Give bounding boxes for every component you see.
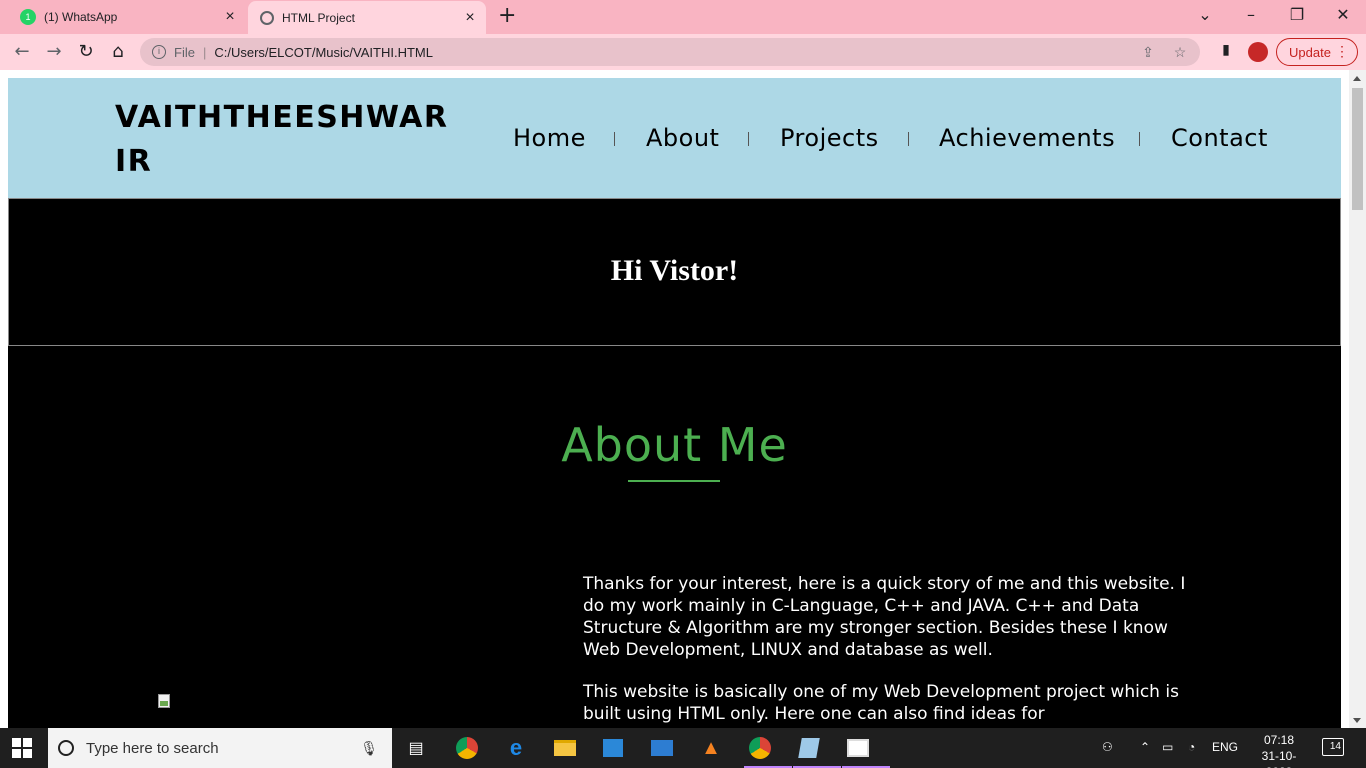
date: 31-10-2023	[1261, 749, 1297, 768]
search-placeholder: Type here to search	[86, 739, 219, 757]
nav-contact[interactable]: Contact	[1171, 118, 1268, 158]
greeting-banner: Hi Vistor!	[8, 198, 1341, 346]
nav-projects[interactable]: Projects	[780, 118, 879, 158]
about-paragraph: Thanks for your interest, here is a quic…	[583, 574, 1186, 660]
share-icon[interactable]: ⇪	[1136, 44, 1160, 61]
whatsapp-icon: 1	[20, 9, 36, 25]
tab-whatsapp[interactable]: 1 (1) WhatsApp ×	[8, 0, 246, 34]
chrome-active-icon[interactable]	[744, 732, 792, 768]
tab-title: HTML Project	[282, 10, 355, 25]
address-bar[interactable]: i File | C:/Users/ELCOT/Music/VAITHI.HTM…	[140, 38, 1200, 66]
chevron-up-icon[interactable]: ⌃	[1140, 740, 1150, 754]
people-icon[interactable]: ⚇	[1102, 740, 1113, 754]
close-window-button[interactable]: ✕	[1320, 4, 1366, 30]
scroll-down-icon[interactable]	[1353, 718, 1361, 723]
file-explorer-icon[interactable]	[549, 732, 581, 764]
website-page: VAITHTHEESHWARIR Home About Projects Ach…	[8, 78, 1341, 728]
task-view-icon[interactable]: ▤	[400, 732, 432, 764]
menu-dots-icon[interactable]: ⋮	[1335, 44, 1349, 58]
scroll-thumb[interactable]	[1352, 88, 1363, 210]
notification-icon[interactable]: 14	[1322, 738, 1344, 756]
greeting-text: Hi Vistor!	[610, 254, 739, 287]
minimize-button[interactable]: –	[1228, 4, 1274, 30]
edge-icon[interactable]: e	[500, 732, 532, 764]
broken-image-icon	[156, 693, 172, 709]
bookmark-star-icon[interactable]: ☆	[1168, 44, 1192, 61]
tab-html-project[interactable]: HTML Project ×	[248, 1, 486, 34]
windows-start-icon[interactable]	[12, 738, 32, 758]
nav-home[interactable]: Home	[513, 118, 586, 158]
nav-divider	[1139, 132, 1140, 146]
new-tab-button[interactable]: +	[498, 5, 516, 27]
update-label: Update	[1289, 44, 1331, 60]
divider: |	[202, 44, 207, 60]
globe-icon	[260, 10, 274, 25]
back-icon[interactable]: ←	[10, 40, 34, 64]
home-icon[interactable]: ⌂	[106, 40, 130, 64]
nav-achievements[interactable]: Achievements	[939, 118, 1115, 158]
about-text: Thanks for your interest, here is a quic…	[583, 573, 1203, 728]
update-button[interactable]: Update ⋮	[1276, 38, 1358, 66]
restore-button[interactable]: ❐	[1274, 4, 1320, 30]
cortana-icon	[58, 740, 74, 756]
tab-search-icon[interactable]: ⌄	[1182, 4, 1228, 30]
side-panel-icon[interactable]: ▮	[1216, 42, 1236, 62]
language-indicator[interactable]: ENG	[1212, 740, 1238, 754]
site-brand: VAITHTHEESHWARIR	[115, 100, 449, 179]
page-viewport: VAITHTHEESHWARIR Home About Projects Ach…	[0, 70, 1366, 728]
reload-icon[interactable]: ↻	[74, 40, 98, 64]
chrome-icon[interactable]	[451, 732, 483, 764]
vlc-icon[interactable]: ▲	[695, 732, 727, 764]
notepad-icon[interactable]	[793, 732, 841, 768]
photos-icon[interactable]	[842, 732, 890, 768]
url-text[interactable]: C:/Users/ELCOT/Music/VAITHI.HTML	[214, 45, 1136, 60]
info-icon[interactable]: i	[152, 45, 166, 59]
close-icon[interactable]: ×	[220, 8, 240, 26]
tab-title: (1) WhatsApp	[44, 10, 118, 24]
taskbar-search[interactable]: Type here to search 🎙	[48, 728, 392, 768]
browser-tab-strip: 1 (1) WhatsApp × HTML Project × + ⌄ – ❐ …	[0, 0, 1366, 34]
vertical-scrollbar[interactable]	[1349, 70, 1366, 728]
forward-icon[interactable]: →	[42, 40, 66, 64]
scheme-label: File	[174, 44, 195, 60]
store-icon[interactable]	[597, 732, 629, 764]
wifi-icon[interactable]: ◔	[1188, 740, 1195, 754]
battery-icon[interactable]: ▭	[1162, 740, 1173, 754]
browser-toolbar: ← → ↻ ⌂ i File | C:/Users/ELCOT/Music/VA…	[0, 34, 1366, 70]
about-heading: About Me	[561, 418, 788, 472]
site-header: VAITHTHEESHWARIR Home About Projects Ach…	[8, 78, 1341, 198]
microphone-icon[interactable]: 🎙	[360, 740, 378, 757]
time: 07:18	[1263, 733, 1295, 747]
nav-divider	[614, 132, 615, 146]
nav-divider	[748, 132, 749, 146]
clock[interactable]: 07:18 31-10-2023	[1250, 732, 1308, 768]
windows-taskbar: Type here to search 🎙 ▤ e ▲ ⚇ ⌃ ▭ ◔ ENG …	[0, 728, 1366, 768]
nav-divider	[908, 132, 909, 146]
close-icon[interactable]: ×	[460, 9, 480, 27]
about-paragraph: This website is basically one of my Web …	[583, 682, 1179, 724]
heading-underline	[628, 480, 720, 482]
scroll-up-icon[interactable]	[1353, 76, 1361, 81]
mail-icon[interactable]	[646, 732, 678, 764]
nav-about[interactable]: About	[646, 118, 719, 158]
profile-avatar-icon[interactable]	[1248, 42, 1268, 62]
